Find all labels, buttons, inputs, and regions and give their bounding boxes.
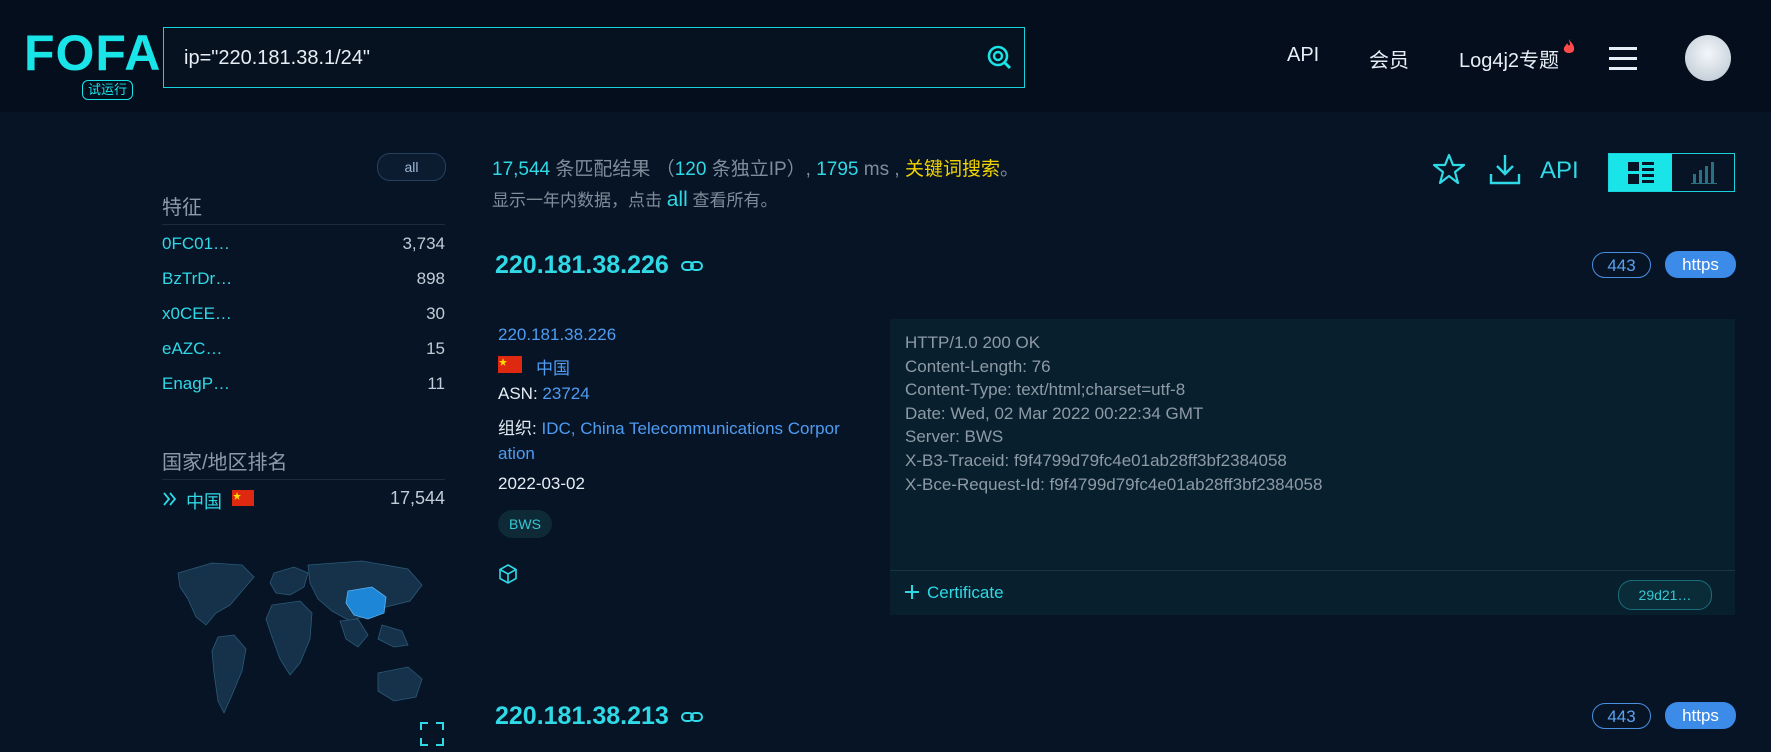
keyword-search-link[interactable]: 关键词搜索: [905, 159, 1000, 180]
result-notice: 显示一年内数据，点击 all 查看所有。: [492, 186, 777, 212]
unique-ip-label: 条独立IP）,: [711, 159, 811, 180]
banner-content: HTTP/1.0 200 OK Content-Length: 76 Content…: [905, 331, 1322, 496]
divider: [162, 479, 445, 480]
download-icon[interactable]: [1488, 152, 1522, 186]
feature-name[interactable]: BzTrDr…: [162, 269, 232, 289]
feature-count: 15: [426, 339, 445, 358]
org-row: 组织: IDC, China Telecommunications Corpor: [498, 414, 840, 439]
list-view-icon: [1628, 162, 1654, 184]
view-toggle[interactable]: [1608, 153, 1735, 192]
world-map[interactable]: [172, 555, 434, 745]
feature-count: 11: [427, 374, 445, 393]
banner-line: Content-Length: 76: [905, 356, 1051, 376]
asn-link[interactable]: 23724: [542, 384, 589, 403]
country-ranking-title: 国家/地区排名: [162, 452, 288, 474]
port-badge[interactable]: 443: [1592, 703, 1651, 729]
summary-end: 。: [999, 159, 1019, 180]
logo-text: FOFA: [24, 25, 162, 81]
feature-row[interactable]: EnagP… 11: [162, 374, 445, 394]
protocol-badge[interactable]: https: [1665, 251, 1736, 278]
link-icon[interactable]: [681, 710, 703, 724]
result-ip-title[interactable]: 220.181.38.213: [495, 702, 669, 731]
org-link-continued[interactable]: ation: [498, 444, 535, 464]
link-icon[interactable]: [681, 259, 703, 273]
country-row[interactable]: 中国 17,544: [162, 488, 445, 512]
features-title: 特征: [162, 197, 202, 219]
menu-icon[interactable]: [1609, 46, 1637, 70]
banner-line: X-B3-Traceid: f9f4799d79fc4e01ab28ff3bf2…: [905, 450, 1287, 470]
expand-icon[interactable]: [420, 722, 444, 746]
port-badge[interactable]: 443: [1592, 252, 1651, 278]
feature-row[interactable]: eAZC… 15: [162, 339, 445, 359]
feature-name[interactable]: EnagP…: [162, 374, 230, 394]
org-label: 组织:: [498, 419, 537, 438]
banner-line: Date: Wed, 02 Mar 2022 00:22:34 GMT: [905, 403, 1204, 423]
unique-ip-count: 120: [674, 159, 707, 180]
banner-line: Content-Type: text/html;charset=utf-8: [905, 380, 1186, 400]
api-button[interactable]: API: [1540, 157, 1579, 185]
search-box[interactable]: ip="220.181.38.1/24": [163, 27, 1025, 88]
double-chevron-right-icon: [163, 492, 177, 506]
divider: [162, 224, 445, 225]
http-banner: HTTP/1.0 200 OK Content-Length: 76 Content…: [890, 319, 1735, 615]
server-tag[interactable]: BWS: [498, 510, 552, 538]
result-summary: 17,544 条匹配结果 （120 条独立IP）, 1795 ms , 关键词搜…: [492, 154, 1019, 181]
certificate-label: Certificate: [927, 583, 1004, 602]
banner-line: X-Bce-Request-Id: f9f4799d79fc4e01ab28ff…: [905, 474, 1323, 494]
feature-row[interactable]: 0FC01… 3,734: [162, 234, 445, 254]
feature-name[interactable]: eAZC…: [162, 339, 222, 359]
list-view-button[interactable]: [1609, 154, 1672, 191]
plus-icon: [905, 585, 919, 599]
search-icon[interactable]: [986, 44, 1012, 70]
china-flag-icon: [498, 356, 522, 373]
all-filter-button[interactable]: all: [377, 153, 446, 181]
china-flag-icon: [232, 490, 254, 506]
country-name[interactable]: 中国: [186, 488, 222, 514]
banner-line: Server: BWS: [905, 427, 1004, 447]
nav-api[interactable]: API: [1287, 44, 1319, 67]
feature-count: 30: [426, 304, 445, 323]
protocol-badge[interactable]: https: [1665, 702, 1736, 729]
cube-icon[interactable]: [498, 564, 518, 584]
show-all-link[interactable]: all: [667, 188, 688, 211]
star-icon[interactable]: [1432, 152, 1466, 186]
asn-row: ASN: 23724: [498, 384, 590, 404]
org-link[interactable]: IDC, China Telecommunications Corpor: [541, 419, 839, 438]
host-ip-link[interactable]: 220.181.38.226: [498, 325, 616, 345]
result-count: 17,544: [492, 159, 551, 180]
feature-name[interactable]: x0CEE…: [162, 304, 232, 324]
certificate-bar: Certificate 29d21…: [890, 570, 1735, 616]
feature-row[interactable]: x0CEE… 30: [162, 304, 445, 324]
query-time: 1795: [816, 159, 859, 180]
result-date: 2022-03-02: [498, 474, 585, 493]
nav-membership[interactable]: 会员: [1369, 44, 1409, 73]
fire-icon: [1563, 39, 1575, 53]
chart-view-icon: [1691, 162, 1717, 184]
notice-text-end: 查看所有。: [692, 191, 778, 210]
country-count: 17,544: [389, 488, 445, 508]
feature-name[interactable]: 0FC01…: [162, 234, 230, 254]
top-header: FOFA 试运行 ip="220.181.38.1/24" API 会员 Log…: [0, 0, 1771, 112]
query-time-unit: ms ,: [863, 159, 900, 180]
banner-line: HTTP/1.0 200 OK: [905, 333, 1041, 352]
country-link[interactable]: 中国: [536, 354, 570, 379]
search-input[interactable]: ip="220.181.38.1/24": [184, 47, 370, 70]
feature-count: 898: [416, 269, 445, 288]
certificate-hash-badge[interactable]: 29d21…: [1618, 580, 1712, 610]
user-avatar[interactable]: [1685, 35, 1731, 81]
fofa-logo[interactable]: FOFA 试运行: [24, 28, 160, 102]
chart-view-button[interactable]: [1672, 154, 1734, 191]
result-count-label: 条匹配结果: [555, 159, 651, 180]
result-ip-title[interactable]: 220.181.38.226: [495, 251, 669, 280]
beta-badge: 试运行: [82, 80, 134, 100]
nav-log4j2[interactable]: Log4j2专题: [1459, 44, 1559, 73]
feature-row[interactable]: BzTrDr… 898: [162, 269, 445, 289]
feature-count: 3,734: [402, 234, 445, 253]
asn-label: ASN:: [498, 384, 538, 403]
notice-text: 显示一年内数据，点击: [492, 191, 662, 210]
unique-open-paren: （: [655, 159, 675, 180]
